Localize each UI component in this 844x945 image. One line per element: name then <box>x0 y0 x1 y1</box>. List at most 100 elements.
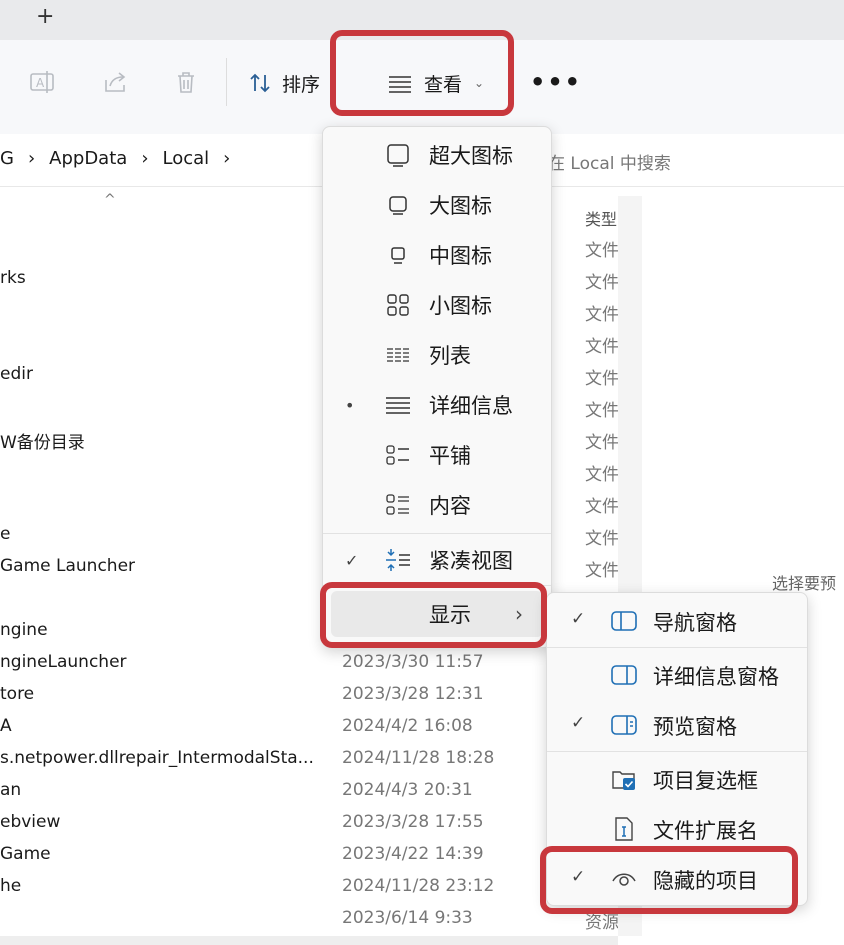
toolbar-separator <box>226 58 227 106</box>
file-date: 2024/4/2 16:08 <box>342 716 473 736</box>
file-date: 2024/4/3 20:31 <box>342 780 473 800</box>
preview-pane-icon <box>611 712 637 738</box>
highlight-show-item <box>320 582 547 648</box>
menu-item-label: 内容 <box>429 494 471 518</box>
menu-item-label: 超大图标 <box>429 144 513 168</box>
file-type: 文件 <box>585 369 618 389</box>
breadcrumb-item[interactable]: G <box>0 148 14 169</box>
submenu-item-details-pane[interactable]: 详细信息窗格 <box>547 651 807 699</box>
chevron-right-icon: › <box>27 148 36 169</box>
menu-item-label: 大图标 <box>429 194 492 218</box>
svg-text:A: A <box>36 76 45 90</box>
file-name[interactable]: an <box>0 780 21 800</box>
check-icon: ✓ <box>571 713 586 733</box>
file-name[interactable]: Game Launcher <box>0 556 135 576</box>
tiles-icon <box>385 442 411 468</box>
file-type: 文件 <box>585 529 618 549</box>
menu-item-medium-icons[interactable]: 中图标 <box>323 232 551 278</box>
file-name[interactable]: tore <box>0 684 34 704</box>
menu-separator <box>323 533 551 534</box>
menu-item-content[interactable]: 内容 <box>323 482 551 528</box>
submenu-item-label: 导航窗格 <box>653 611 737 635</box>
navigation-pane-icon <box>611 608 637 634</box>
submenu-item-item-checkboxes[interactable]: 项目复选框 <box>547 755 807 803</box>
new-tab-button[interactable]: + <box>36 4 54 29</box>
menu-item-large-icons[interactable]: 大图标 <box>323 182 551 228</box>
file-name[interactable]: ngine <box>0 620 48 640</box>
menu-separator <box>547 751 807 752</box>
menu-item-small-icons[interactable]: 小图标 <box>323 282 551 328</box>
submenu-item-label: 项目复选框 <box>653 769 758 793</box>
menu-item-details[interactable]: • 详细信息 <box>323 382 551 428</box>
file-type: 文件 <box>585 433 618 453</box>
rename-icon[interactable]: A <box>28 68 56 96</box>
menu-separator <box>547 647 807 648</box>
breadcrumb-item[interactable]: AppData <box>49 148 127 169</box>
medium-icons-icon <box>385 242 411 268</box>
submenu-item-label: 预览窗格 <box>653 715 737 739</box>
file-date: 2024/11/28 23:12 <box>342 876 495 896</box>
file-name[interactable]: he <box>0 876 21 896</box>
compact-view-icon <box>385 547 411 573</box>
menu-item-label: 列表 <box>429 344 471 368</box>
chevron-right-icon[interactable]: › <box>223 148 230 169</box>
details-pane-icon <box>611 662 637 688</box>
view-menu: 超大图标 大图标 中图标 小图标 列表 • 详细信息 平铺 内容 ✓ 紧凑视图 … <box>322 126 552 648</box>
sort-ascending-icon: ^ <box>104 192 116 208</box>
column-header-type[interactable]: 类型 <box>585 206 618 230</box>
menu-item-compact-view[interactable]: ✓ 紧凑视图 <box>323 537 551 583</box>
delete-icon[interactable] <box>172 68 200 96</box>
menu-item-label: 平铺 <box>429 444 471 468</box>
horizontal-scrollbar[interactable] <box>0 936 618 945</box>
file-type: 文件 <box>585 401 618 421</box>
file-date: 2024/11/28 18:28 <box>342 748 495 768</box>
breadcrumb: G › AppData › Local › <box>0 148 230 169</box>
sort-label: 排序 <box>282 73 321 96</box>
check-icon: ✓ <box>571 609 586 629</box>
file-name[interactable]: e <box>0 524 10 544</box>
highlight-view-button <box>330 30 514 116</box>
menu-item-label: 小图标 <box>429 294 492 318</box>
file-name[interactable]: s.netpower.dllrepair_IntermodalSta... <box>0 748 314 768</box>
submenu-item-label: 文件扩展名 <box>653 819 758 843</box>
file-type: 文件 <box>585 241 618 261</box>
file-type: 文件 <box>585 273 618 293</box>
file-type: 文件 <box>585 561 618 581</box>
file-name[interactable]: Game <box>0 844 51 864</box>
file-name[interactable]: edir <box>0 364 33 384</box>
menu-item-list[interactable]: 列表 <box>323 332 551 378</box>
submenu-item-preview-pane[interactable]: ✓ 预览窗格 <box>547 701 807 749</box>
search-input[interactable]: 在 Local 中搜索 <box>548 149 671 174</box>
sort-button[interactable]: 排序 ⌄ <box>248 68 338 98</box>
breadcrumb-item[interactable]: Local <box>163 148 210 169</box>
menu-item-extra-large-icons[interactable]: 超大图标 <box>323 132 551 178</box>
submenu-item-navigation-pane[interactable]: ✓ 导航窗格 <box>547 597 807 645</box>
menu-item-label: 紧凑视图 <box>429 549 513 573</box>
details-icon <box>385 392 411 418</box>
file-type: 文件 <box>585 337 618 357</box>
highlight-hidden-items <box>540 846 798 914</box>
menu-item-label: 详细信息 <box>429 394 513 418</box>
file-type: 文件 <box>585 465 618 485</box>
list-icon <box>385 342 411 368</box>
file-name[interactable]: ebview <box>0 812 60 832</box>
file-date: 2023/3/28 12:31 <box>342 684 484 704</box>
more-options-button[interactable]: ••• <box>530 68 582 96</box>
check-icon: ✓ <box>345 550 359 570</box>
extra-large-icons-icon <box>385 142 411 168</box>
file-date: 2023/6/14 9:33 <box>342 908 473 928</box>
share-icon[interactable] <box>101 68 129 96</box>
large-icons-icon <box>385 192 411 218</box>
file-name[interactable]: rks <box>0 268 26 288</box>
file-name[interactable]: A <box>0 716 12 736</box>
file-date: 2023/4/22 14:39 <box>342 844 484 864</box>
file-date: 2023/3/30 11:57 <box>342 652 484 672</box>
small-icons-icon <box>385 292 411 318</box>
file-name[interactable]: ngineLauncher <box>0 652 127 672</box>
chevron-right-icon: › <box>141 148 149 169</box>
item-checkboxes-icon <box>611 766 637 792</box>
sort-icon <box>250 73 270 93</box>
file-name[interactable]: W备份目录 <box>0 428 85 453</box>
menu-item-label: 中图标 <box>429 244 492 268</box>
menu-item-tiles[interactable]: 平铺 <box>323 432 551 478</box>
